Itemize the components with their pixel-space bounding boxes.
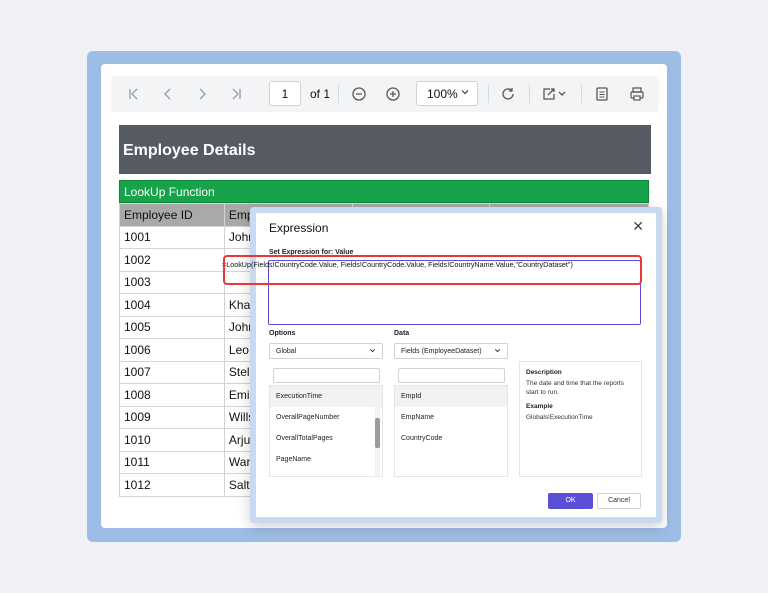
table-cell: 1005	[119, 315, 225, 339]
table-cell: 1010	[119, 428, 225, 452]
description-heading: Description	[526, 369, 562, 376]
example-heading: Example	[526, 403, 553, 410]
data-selected-value: Fields (EmployeeDataset)	[401, 347, 482, 355]
options-label: Options	[269, 330, 296, 337]
page-number-input[interactable]: 1	[269, 81, 301, 106]
prev-page-icon[interactable]	[157, 76, 179, 112]
data-list: EmpId EmpName CountryCode	[394, 385, 508, 477]
example-text: Globals!ExecutionTime	[526, 414, 593, 421]
list-item[interactable]: ExecutionTime	[270, 386, 382, 407]
scrollbar[interactable]	[375, 390, 380, 476]
report-title: Employee Details	[119, 125, 651, 174]
toolbar-divider	[529, 85, 530, 103]
table-cell: 1012	[119, 473, 225, 497]
table-cell: 1004	[119, 293, 225, 317]
table-cell: 1006	[119, 338, 225, 362]
toolbar-divider	[338, 85, 339, 103]
lookup-function-header: LookUp Function	[119, 180, 649, 203]
options-selected-value: Global	[276, 347, 297, 355]
cancel-button[interactable]: Cancel	[597, 493, 641, 509]
scrollbar-thumb[interactable]	[375, 418, 380, 448]
close-icon[interactable]: ✕	[632, 218, 644, 235]
list-item[interactable]: EmpId	[395, 386, 507, 407]
column-header: Employee ID	[119, 203, 225, 227]
data-label: Data	[394, 330, 410, 337]
export-icon[interactable]	[539, 76, 569, 112]
description-panel: Description The date and time that the r…	[519, 361, 642, 477]
chevron-down-icon	[459, 86, 471, 101]
next-page-icon[interactable]	[191, 76, 213, 112]
table-cell: 1002	[119, 248, 225, 272]
list-item[interactable]: EmpName	[395, 407, 507, 428]
zoom-out-icon[interactable]	[348, 76, 370, 112]
data-select[interactable]: Fields (EmployeeDataset)	[394, 343, 508, 359]
zoom-select[interactable]: 100%	[416, 81, 478, 106]
options-list: ExecutionTime OverallPageNumber OverallTot…	[269, 385, 383, 477]
chevron-down-icon	[493, 346, 502, 357]
list-item[interactable]: OverallTotalPages	[270, 428, 382, 449]
print-icon[interactable]	[626, 76, 648, 112]
list-item[interactable]: CountryCode	[395, 428, 507, 449]
list-item[interactable]: PageNumber	[270, 470, 382, 476]
table-cell: 1008	[119, 383, 225, 407]
chevron-down-icon	[368, 346, 377, 357]
zoom-in-icon[interactable]	[382, 76, 404, 112]
expression-highlight	[223, 255, 642, 285]
table-cell: 1011	[119, 450, 225, 474]
options-search-input[interactable]	[273, 368, 380, 383]
table-cell: 1001	[119, 225, 225, 249]
description-text: The date and time that the reports start…	[526, 380, 624, 396]
list-item[interactable]: PageName	[270, 449, 382, 470]
table-cell: 1009	[119, 405, 225, 429]
list-item[interactable]: OverallPageNumber	[270, 407, 382, 428]
ok-button[interactable]: OK	[548, 493, 593, 509]
toolbar-divider	[488, 85, 489, 103]
parameters-icon[interactable]	[591, 76, 613, 112]
dialog-title: Expression	[269, 221, 329, 235]
last-page-icon[interactable]	[225, 76, 247, 112]
refresh-icon[interactable]	[497, 76, 519, 112]
viewer-toolbar: 1 of 1 100%	[111, 76, 659, 112]
total-pages-label: of 1	[310, 87, 331, 101]
table-cell: 1003	[119, 270, 225, 294]
zoom-value: 100%	[427, 86, 458, 101]
toolbar-divider	[581, 85, 582, 103]
options-select[interactable]: Global	[269, 343, 383, 359]
table-cell: 1007	[119, 360, 225, 384]
first-page-icon[interactable]	[123, 76, 145, 112]
data-search-input[interactable]	[398, 368, 505, 383]
